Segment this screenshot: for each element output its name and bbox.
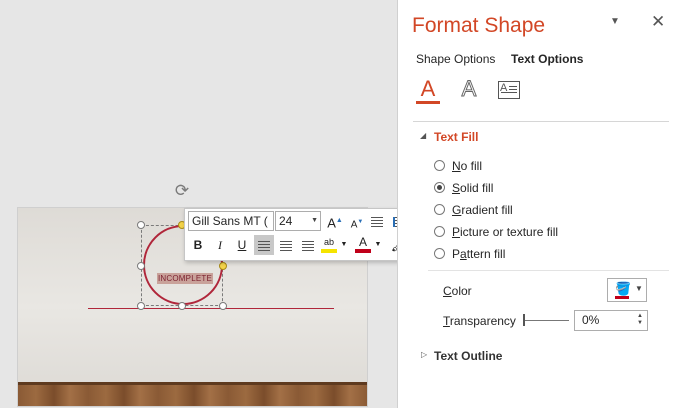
color-label: Color: [443, 284, 472, 298]
chevron-down-icon[interactable]: ▼: [373, 235, 383, 255]
align-center-icon: [280, 240, 292, 251]
resize-handle-top-left[interactable]: [137, 221, 145, 229]
chevron-down-icon: ▼: [311, 217, 318, 224]
tab-text-options[interactable]: Text Options: [511, 52, 583, 66]
color-picker-button[interactable]: 🪣 ▼: [607, 278, 647, 302]
collapse-arrow-icon[interactable]: ◢: [420, 131, 426, 140]
slide-floor-image: [18, 382, 367, 406]
text-effects-tab[interactable]: A: [454, 76, 484, 106]
resize-handle-bottom-right[interactable]: [219, 302, 227, 310]
text-fill-outline-tab[interactable]: A: [413, 76, 443, 106]
text-effects-icon: A: [461, 76, 477, 102]
transparency-slider-thumb[interactable]: [523, 314, 525, 326]
divider: [413, 121, 669, 122]
text-fill-icon: A: [420, 76, 436, 101]
bold-button[interactable]: B: [188, 235, 208, 255]
adjust-handle-right[interactable]: [219, 262, 227, 270]
radio-button[interactable]: [434, 160, 445, 171]
resize-handle-bottom-left[interactable]: [137, 302, 145, 310]
shrink-font-button[interactable]: A▼: [347, 212, 367, 232]
text-fill-active-underline: [416, 101, 440, 104]
font-name-value: Gill Sans MT (: [192, 214, 268, 228]
mini-toolbar: Gill Sans MT ( 24 ▼ A▲ A▼ B I U ab ▼ A ▼…: [184, 208, 414, 261]
divider: [428, 270, 669, 271]
font-size-box[interactable]: 24 ▼: [275, 211, 321, 231]
text-fill-section-header[interactable]: Text Fill: [434, 130, 478, 144]
transparency-slider-track[interactable]: [525, 320, 569, 321]
close-icon[interactable]: ✕: [651, 12, 665, 32]
color-swatch: [615, 296, 629, 299]
transparency-label: Transparency: [443, 314, 516, 328]
transparency-input[interactable]: 0% ▲ ▼: [574, 310, 648, 331]
highlight-color-button[interactable]: ab: [321, 235, 337, 253]
resize-handle-bottom[interactable]: [178, 302, 186, 310]
align-right-icon: [302, 240, 314, 251]
chevron-down-icon: ▼: [635, 284, 643, 293]
transparency-value: 0%: [582, 313, 600, 327]
decrease-indent-icon: [371, 216, 383, 227]
grow-font-button[interactable]: A▲: [325, 211, 345, 231]
align-left-icon: [258, 240, 270, 251]
align-center-button[interactable]: [276, 235, 296, 255]
font-color-button[interactable]: A: [355, 235, 371, 253]
tab-shape-options[interactable]: Shape Options: [416, 52, 495, 66]
slide-line[interactable]: [88, 308, 334, 309]
expand-arrow-icon[interactable]: ▷: [421, 350, 427, 359]
decrease-indent-button[interactable]: [367, 211, 387, 231]
font-name-box[interactable]: Gill Sans MT (: [188, 211, 274, 231]
align-left-button[interactable]: [254, 235, 274, 255]
radio-button[interactable]: [434, 226, 445, 237]
underline-button[interactable]: U: [232, 235, 252, 255]
textbox-tab[interactable]: A: [495, 76, 525, 106]
font-size-value: 24: [279, 214, 293, 228]
format-shape-pane: Format Shape ▼ ✕ Shape Options Text Opti…: [397, 0, 677, 408]
chevron-down-icon[interactable]: ▼: [339, 235, 349, 255]
italic-button[interactable]: I: [210, 235, 230, 255]
spinner-arrows-icon[interactable]: ▲ ▼: [637, 313, 643, 327]
pane-title: Format Shape: [412, 14, 546, 37]
radio-button-selected[interactable]: [434, 182, 445, 193]
radio-button[interactable]: [434, 204, 445, 215]
resize-handle-left[interactable]: [137, 262, 145, 270]
shape-text[interactable]: INCOMPLETE: [157, 273, 214, 284]
rotate-handle-icon[interactable]: ⟳: [172, 181, 192, 201]
radio-button[interactable]: [434, 248, 445, 259]
pane-options-chevron-icon[interactable]: ▼: [610, 16, 620, 27]
paint-bucket-icon: 🪣: [615, 281, 632, 296]
align-right-button[interactable]: [298, 235, 318, 255]
text-outline-section-header[interactable]: Text Outline: [434, 349, 502, 363]
